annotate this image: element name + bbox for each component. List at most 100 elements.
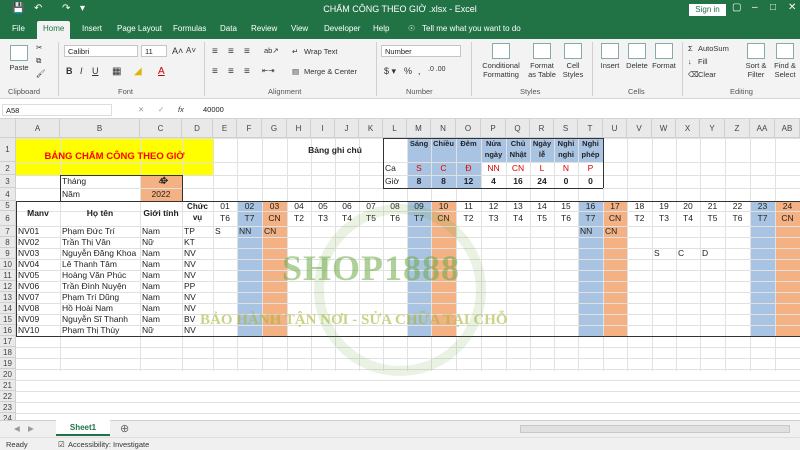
row-header[interactable]: 24 bbox=[0, 413, 16, 420]
percent-icon[interactable]: % bbox=[404, 66, 412, 76]
status-accessibility[interactable]: Accessibility: Investigate bbox=[68, 440, 149, 449]
align-bottom-icon[interactable]: ≡ bbox=[244, 46, 250, 57]
row-header[interactable]: 23 bbox=[0, 402, 16, 413]
cancel-icon[interactable]: ✕ bbox=[138, 105, 144, 114]
paste-button[interactable]: Paste bbox=[6, 45, 32, 72]
tab-view[interactable]: View bbox=[291, 24, 308, 33]
cell-styles-button[interactable]: Cell Styles bbox=[560, 43, 586, 79]
column-header[interactable]: M bbox=[407, 119, 431, 138]
select-all-corner[interactable] bbox=[0, 119, 16, 138]
column-header[interactable]: B bbox=[60, 119, 140, 138]
shrink-font-icon[interactable]: A˅ bbox=[186, 46, 196, 55]
horizontal-scrollbar[interactable] bbox=[520, 425, 790, 433]
autosum-icon[interactable]: Σ bbox=[688, 44, 693, 53]
insert-cells-button[interactable]: Insert bbox=[597, 43, 623, 70]
italic-icon[interactable]: I bbox=[80, 66, 83, 76]
row-header[interactable]: 22 bbox=[0, 391, 16, 402]
tell-me-box[interactable]: Tell me what you want to do bbox=[422, 24, 521, 33]
indent-icon[interactable]: ⇤⇥ bbox=[262, 66, 275, 75]
align-right-icon[interactable]: ≡ bbox=[244, 66, 250, 77]
copy-icon[interactable]: ⧉ bbox=[36, 56, 41, 66]
column-header[interactable]: G bbox=[262, 119, 287, 138]
align-left-icon[interactable]: ≡ bbox=[212, 66, 218, 77]
font-size-box[interactable]: 11 bbox=[141, 45, 167, 57]
currency-icon[interactable]: $ ▾ bbox=[384, 66, 396, 77]
row-header[interactable]: 12 bbox=[0, 281, 16, 292]
align-center-icon[interactable]: ≡ bbox=[228, 66, 234, 77]
column-header[interactable]: W bbox=[652, 119, 676, 138]
row-header[interactable]: 6 bbox=[0, 211, 16, 226]
borders-icon[interactable]: ▦ bbox=[112, 66, 121, 77]
column-header[interactable]: D bbox=[182, 119, 213, 138]
formula-input[interactable]: 40000 bbox=[200, 104, 798, 116]
worksheet-grid[interactable]: ABCDEFGHIJKLMNOPQRSTUVWXYZAAABAC12345678… bbox=[0, 119, 800, 420]
find-select-button[interactable]: Find & Select bbox=[771, 43, 799, 79]
column-header[interactable]: Z bbox=[725, 119, 750, 138]
column-header[interactable]: Q bbox=[506, 119, 530, 138]
cut-icon[interactable]: ✂ bbox=[36, 43, 42, 52]
tab-review[interactable]: Review bbox=[251, 24, 277, 33]
conditional-formatting-button[interactable]: Conditional Formatting bbox=[478, 43, 524, 79]
column-header[interactable]: V bbox=[627, 119, 652, 138]
tab-home[interactable]: Home bbox=[37, 21, 71, 39]
tab-developer[interactable]: Developer bbox=[324, 24, 360, 33]
row-header[interactable]: 15 bbox=[0, 314, 16, 325]
maximize-icon[interactable]: □ bbox=[770, 2, 776, 13]
column-header[interactable]: A bbox=[16, 119, 60, 138]
row-header[interactable]: 1 bbox=[0, 138, 16, 162]
ribbon-display-icon[interactable]: ▢ bbox=[732, 2, 741, 13]
column-header[interactable]: H bbox=[287, 119, 311, 138]
row-header[interactable]: 17 bbox=[0, 336, 16, 347]
row-header[interactable]: 5 bbox=[0, 201, 16, 211]
autosum-button[interactable]: AutoSum bbox=[698, 44, 729, 53]
column-header[interactable]: AB bbox=[775, 119, 800, 138]
comma-icon[interactable]: , bbox=[418, 66, 421, 76]
row-header[interactable]: 13 bbox=[0, 292, 16, 303]
tab-page-layout[interactable]: Page Layout bbox=[117, 24, 162, 33]
wrap-text-button[interactable]: Wrap Text bbox=[304, 47, 338, 56]
wrap-text-icon[interactable]: ↵ bbox=[292, 47, 298, 56]
minimize-icon[interactable]: – bbox=[752, 2, 758, 13]
row-header[interactable]: 11 bbox=[0, 270, 16, 281]
tab-formulas[interactable]: Formulas bbox=[173, 24, 206, 33]
sort-filter-button[interactable]: Sort & Filter bbox=[742, 43, 770, 79]
merge-icon[interactable]: ▤ bbox=[292, 67, 299, 76]
delete-cells-button[interactable]: Delete bbox=[624, 43, 650, 70]
column-header[interactable]: K bbox=[359, 119, 383, 138]
format-cells-button[interactable]: Format bbox=[650, 43, 678, 70]
decimal-icon[interactable]: .0 .00 bbox=[428, 66, 446, 73]
fill-color-icon[interactable]: ◢ bbox=[134, 66, 142, 77]
format-as-table-button[interactable]: Format as Table bbox=[526, 43, 558, 79]
column-header[interactable]: T bbox=[578, 119, 603, 138]
column-header[interactable]: E bbox=[213, 119, 237, 138]
align-middle-icon[interactable]: ≡ bbox=[228, 46, 234, 57]
row-header[interactable]: 14 bbox=[0, 303, 16, 314]
bold-icon[interactable]: B bbox=[66, 66, 73, 76]
add-sheet-icon[interactable]: ⊕ bbox=[120, 422, 129, 435]
tab-file[interactable]: File bbox=[12, 24, 25, 33]
column-header[interactable]: R bbox=[530, 119, 554, 138]
column-header[interactable]: J bbox=[335, 119, 359, 138]
tab-help[interactable]: Help bbox=[373, 24, 389, 33]
column-header[interactable]: X bbox=[676, 119, 700, 138]
column-header[interactable]: S bbox=[554, 119, 578, 138]
column-header[interactable]: C bbox=[140, 119, 182, 138]
column-header[interactable]: Y bbox=[700, 119, 725, 138]
underline-icon[interactable]: U bbox=[92, 66, 99, 76]
fill-icon[interactable]: ↓ bbox=[688, 57, 692, 66]
fx-icon[interactable]: fx bbox=[178, 105, 184, 114]
close-icon[interactable]: ✕ bbox=[788, 2, 796, 13]
fill-button[interactable]: Fill bbox=[698, 57, 708, 66]
row-header[interactable]: 2 bbox=[0, 162, 16, 175]
clear-button[interactable]: Clear bbox=[698, 70, 716, 79]
row-header[interactable]: 10 bbox=[0, 259, 16, 270]
sheet-tab-sheet1[interactable]: Sheet1 bbox=[56, 420, 110, 436]
sign-in-button[interactable]: Sign in bbox=[689, 4, 726, 16]
column-header[interactable]: I bbox=[311, 119, 335, 138]
align-top-icon[interactable]: ≡ bbox=[212, 46, 218, 57]
font-name-box[interactable]: Calibri bbox=[64, 45, 138, 57]
orientation-icon[interactable]: ab↗ bbox=[264, 46, 279, 55]
row-header[interactable]: 20 bbox=[0, 369, 16, 380]
row-header[interactable]: 9 bbox=[0, 248, 16, 259]
row-header[interactable]: 19 bbox=[0, 358, 16, 369]
